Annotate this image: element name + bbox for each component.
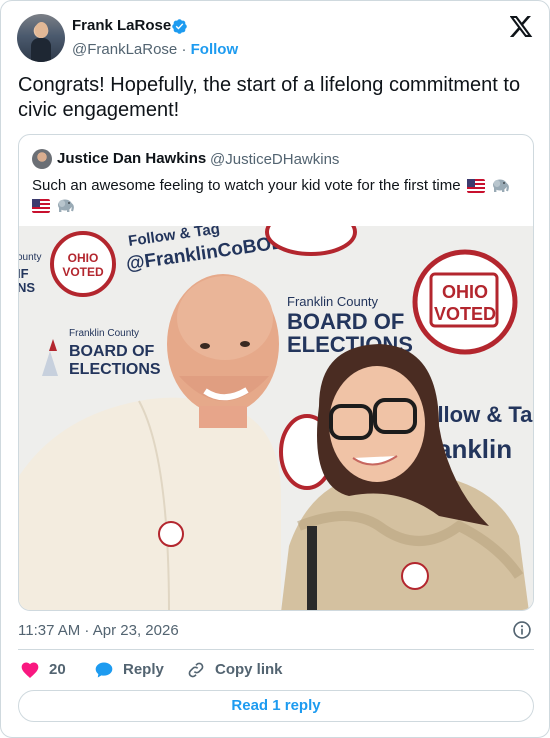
svg-text:Franklin County: Franklin County [69,328,139,339]
heart-icon [21,662,39,678]
quoted-author-handle[interactable]: @JusticeDHawkins [210,151,339,168]
divider [18,649,534,650]
info-icon[interactable] [512,620,532,640]
quoted-author-avatar[interactable] [32,149,52,169]
verified-badge-icon [172,19,187,34]
follow-handle-right: anklin [437,434,512,464]
avatar-suit [31,38,51,62]
svg-text:VOTED: VOTED [434,304,496,324]
author-avatar[interactable] [17,14,65,62]
ohio-voted-badge-right: OHIO VOTED [412,249,518,355]
reply-label: Reply [123,661,164,678]
read-replies-button[interactable]: Read 1 reply [18,690,534,722]
like-count: 20 [49,661,66,678]
svg-text:Franklin County: Franklin County [287,294,379,309]
left-edge-line2: IF [19,266,29,281]
quoted-tweet[interactable]: Justice Dan Hawkins @JusticeDHawkins Suc… [18,134,534,611]
svg-text:ELECTIONS: ELECTIONS [69,361,161,378]
author-handle-row: @FrankLaRose · Follow [72,41,238,58]
svg-text:OHIO: OHIO [68,251,99,265]
svg-text:OHIO: OHIO [442,282,488,302]
ohio-voted-badge: OHIO VOTED [50,231,116,297]
link-icon [188,662,204,678]
copy-link-label: Copy link [215,661,283,678]
reply-bubble-icon [95,662,113,678]
svg-text:BOARD OF: BOARD OF [69,343,155,360]
ohio-voted-badge-top [265,226,357,256]
x-logo-icon[interactable] [510,16,533,37]
quoted-author-name[interactable]: Justice Dan Hawkins [57,150,206,167]
quoted-photo[interactable]: ounty IF NS OHIO VOTED Follow & Tag @Fra… [19,226,534,611]
left-edge-line3: NS [19,280,35,295]
svg-text:VOTED: VOTED [62,265,104,279]
separator-dot: · [181,41,187,58]
left-edge-line1: ounty [19,252,41,263]
author-name[interactable]: Frank LaRose [72,17,171,34]
author-handle[interactable]: @FrankLaRose [72,41,177,58]
elephant-icon [492,179,509,192]
follow-link[interactable]: Follow [191,41,239,58]
us-flag-icon [32,199,50,213]
quoted-text: Such an awesome feeling to watch your ki… [32,176,522,216]
elephant-icon [58,199,75,212]
svg-text:BOARD OF: BOARD OF [287,309,404,334]
avatar-head [35,22,48,38]
tweet-text: Congrats! Hopefully, the start of a life… [18,74,521,121]
tweet-card: Frank LaRose @FrankLaRose · Follow Congr… [0,0,550,738]
quoted-text-body: Such an awesome feeling to watch your ki… [32,177,461,194]
us-flag-icon [466,179,485,193]
tweet-timestamp[interactable]: 11:37 AM · Apr 23, 2026 [18,622,179,639]
follow-text-right: ollow & Ta [424,402,533,427]
